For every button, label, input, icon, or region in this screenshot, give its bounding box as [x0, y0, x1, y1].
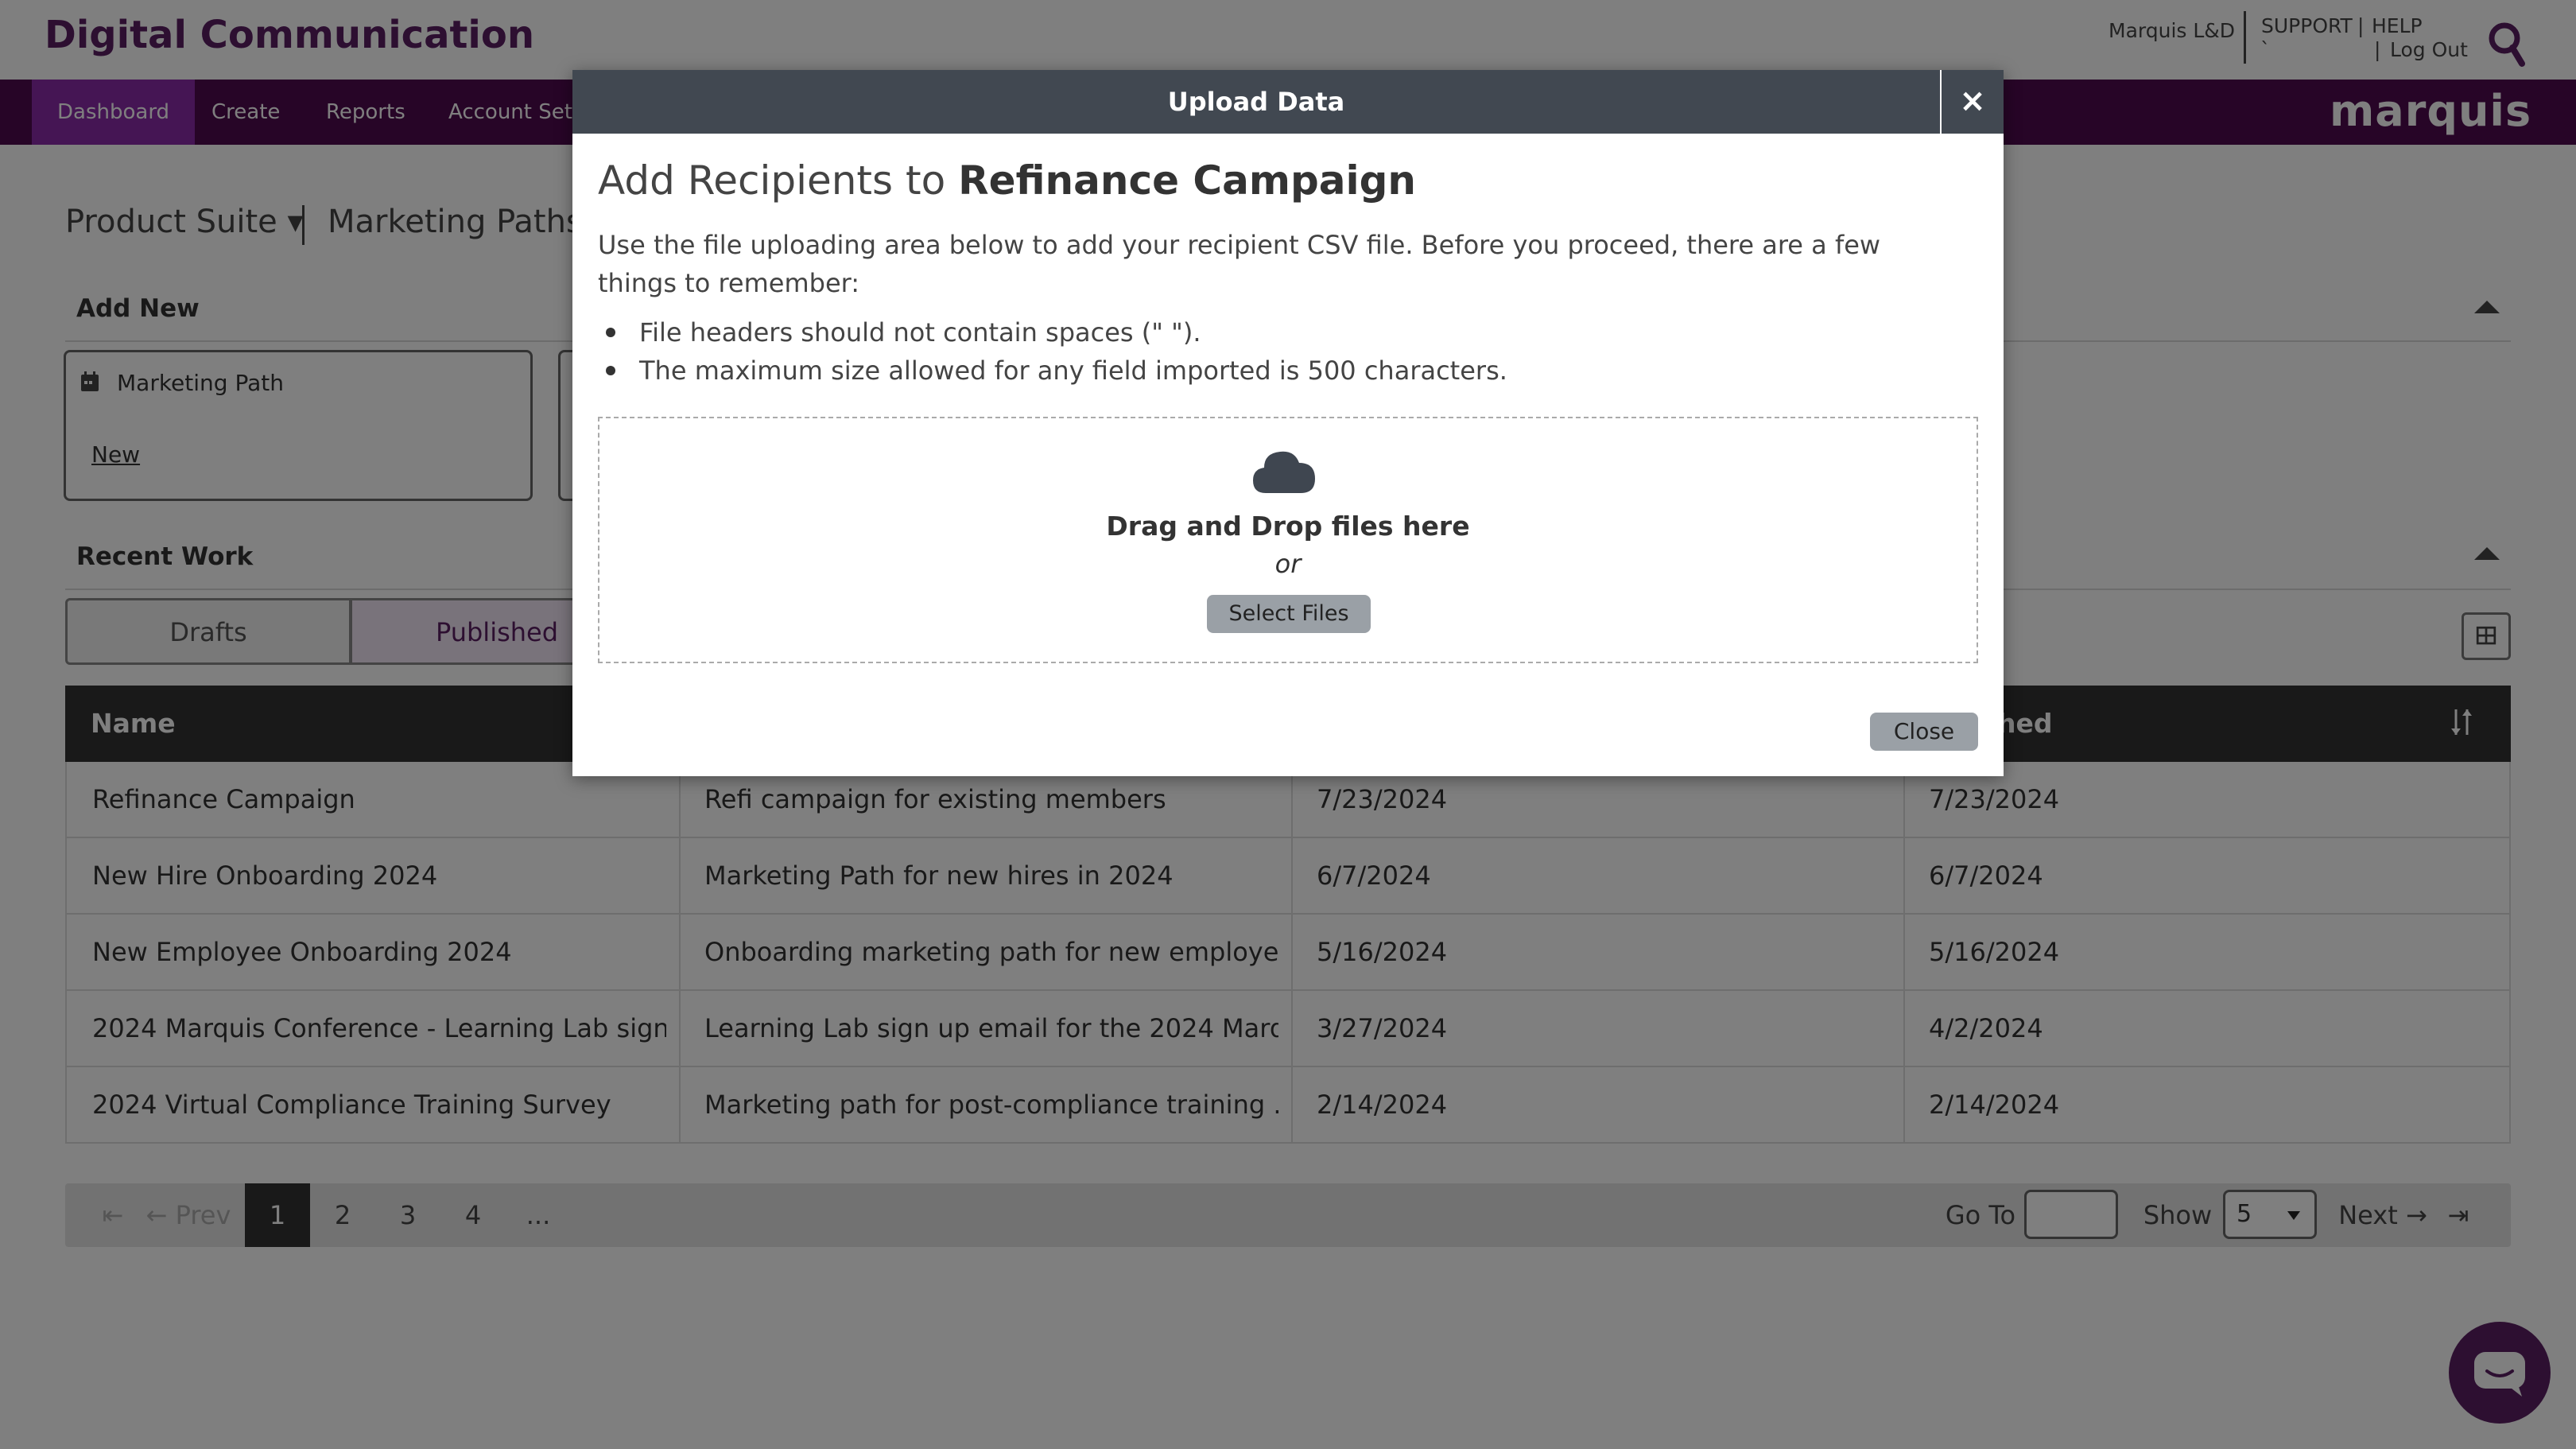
rule-text: File headers should not contain spaces (… — [639, 317, 1201, 348]
rule-text: The maximum size allowed for any field i… — [639, 355, 1507, 386]
campaign-name: Refinance Campaign — [958, 157, 1417, 204]
dropzone-title: Drag and Drop files here — [1106, 511, 1470, 542]
close-button[interactable]: Close — [1870, 713, 1978, 751]
modal-heading: Add Recipients to Refinance Campaign — [598, 157, 1416, 204]
close-icon[interactable]: × — [1940, 70, 2004, 134]
rule-item: The maximum size allowed for any field i… — [598, 352, 1507, 390]
rule-item: File headers should not contain spaces (… — [598, 313, 1507, 352]
select-files-button[interactable]: Select Files — [1207, 595, 1371, 633]
modal-rules-list: File headers should not contain spaces (… — [598, 313, 1507, 390]
cloud-upload-icon — [1253, 451, 1315, 493]
modal-title: Upload Data — [1167, 87, 1345, 117]
file-dropzone[interactable]: Drag and Drop files here or Select Files — [598, 417, 1978, 663]
dropzone-or: or — [1274, 549, 1302, 579]
modal-intro: Use the file uploading area below to add… — [598, 230, 1881, 298]
modal-header: Upload Data × — [572, 70, 2004, 134]
upload-data-modal: Upload Data × Add Recipients to Refinanc… — [572, 70, 2004, 776]
modal-heading-prefix: Add Recipients to — [598, 157, 959, 204]
